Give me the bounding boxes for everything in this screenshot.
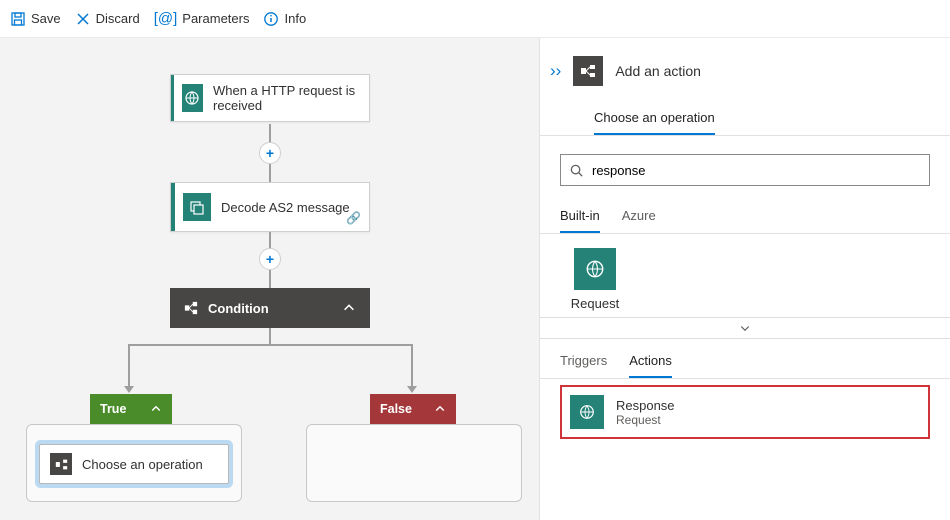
save-icon	[10, 11, 26, 27]
add-action-icon	[573, 56, 603, 86]
connector	[128, 344, 130, 388]
parameters-button[interactable]: [@] Parameters	[154, 10, 250, 27]
parameters-icon: [@]	[154, 10, 178, 27]
condition-node[interactable]: Condition	[170, 288, 370, 328]
arrow-icon	[407, 386, 417, 393]
result-subtitle: Request	[616, 413, 675, 427]
panel-tabs: Choose an operation	[540, 96, 950, 136]
save-button[interactable]: Save	[10, 11, 61, 27]
save-label: Save	[31, 11, 61, 26]
trigger-node[interactable]: When a HTTP request is received	[170, 74, 370, 122]
discard-button[interactable]: Discard	[75, 11, 140, 27]
toolbar: Save Discard [@] Parameters Info	[0, 0, 950, 38]
tab-azure[interactable]: Azure	[622, 202, 656, 233]
panel-header: ›› Add an action	[540, 38, 950, 96]
search-input[interactable]	[590, 162, 921, 179]
arrow-icon	[124, 386, 134, 393]
tab-actions[interactable]: Actions	[629, 347, 672, 378]
chevron-up-icon[interactable]	[342, 301, 356, 315]
tab-built-in[interactable]: Built-in	[560, 202, 600, 233]
choose-operation-card[interactable]: Choose an operation	[39, 444, 229, 484]
choose-operation-label: Choose an operation	[82, 457, 203, 472]
connector	[269, 164, 271, 182]
source-tabs: Built-in Azure	[540, 194, 950, 234]
true-label: True	[100, 402, 126, 416]
request-connector-icon	[574, 248, 616, 290]
decode-label: Decode AS2 message	[219, 192, 360, 223]
connector-request[interactable]: Request	[560, 248, 630, 311]
info-icon	[263, 11, 279, 27]
node-accent	[171, 183, 175, 231]
http-trigger-icon	[182, 84, 203, 112]
decode-icon	[183, 193, 211, 221]
info-button[interactable]: Info	[263, 11, 306, 27]
connector	[269, 328, 271, 344]
show-more-button[interactable]	[540, 317, 950, 339]
search-input-wrapper[interactable]	[560, 154, 930, 186]
chevron-up-icon	[150, 403, 162, 415]
connector	[269, 270, 271, 288]
action-response[interactable]: Response Request	[560, 385, 930, 439]
add-step-button[interactable]: +	[259, 248, 281, 270]
search-icon	[569, 163, 584, 178]
designer-canvas[interactable]: When a HTTP request is received + Decode…	[0, 38, 540, 520]
condition-label: Condition	[208, 301, 269, 316]
response-action-icon	[570, 395, 604, 429]
result-title: Response	[616, 398, 675, 413]
add-step-button[interactable]: +	[259, 142, 281, 164]
condition-icon	[184, 301, 198, 315]
operation-icon	[50, 453, 72, 475]
false-label: False	[380, 402, 412, 416]
operation-panel: ›› Add an action Choose an operation Bui…	[540, 38, 950, 520]
link-icon: 🔗	[346, 211, 361, 225]
connector	[128, 344, 413, 346]
node-accent	[171, 75, 174, 121]
connector	[411, 344, 413, 388]
tab-triggers[interactable]: Triggers	[560, 347, 607, 378]
connector-label: Request	[560, 296, 630, 311]
false-branch-box[interactable]	[306, 424, 522, 502]
false-branch-header[interactable]: False	[370, 394, 456, 424]
connector-grid: Request	[540, 234, 950, 317]
close-icon	[75, 11, 91, 27]
result-tabs: Triggers Actions	[540, 339, 950, 379]
decode-as2-node[interactable]: Decode AS2 message 🔗	[170, 182, 370, 232]
trigger-label: When a HTTP request is received	[211, 75, 369, 121]
panel-title: Add an action	[615, 63, 701, 79]
chevron-up-icon	[434, 403, 446, 415]
info-label: Info	[284, 11, 306, 26]
parameters-label: Parameters	[182, 11, 249, 26]
tab-choose-operation[interactable]: Choose an operation	[594, 104, 715, 135]
true-branch-header[interactable]: True	[90, 394, 172, 424]
collapse-panel-button[interactable]: ››	[550, 61, 561, 81]
chevron-down-icon	[739, 322, 751, 334]
discard-label: Discard	[96, 11, 140, 26]
